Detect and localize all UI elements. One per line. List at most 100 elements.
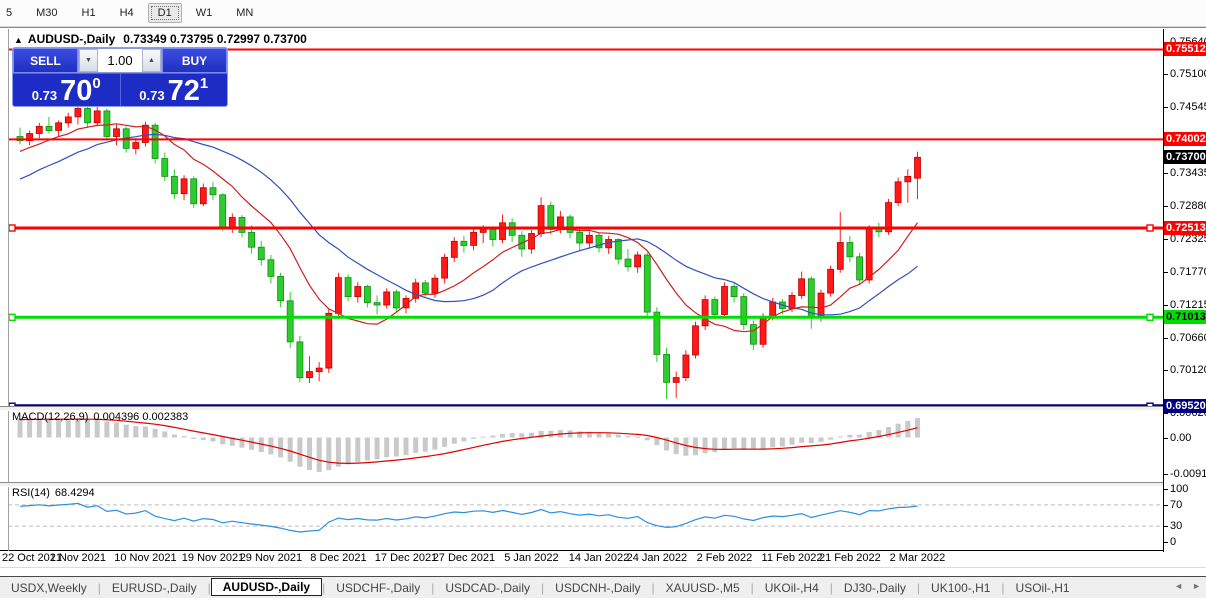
buy-price-display[interactable]: 0.73 72 1	[120, 74, 228, 107]
rsi-tick-label: 100	[1170, 483, 1188, 495]
timeframe-MN[interactable]: MN	[226, 3, 263, 23]
date-tick-label: 11 Feb 2022	[760, 552, 824, 564]
tab-xauusd-m5[interactable]: XAUUSD-,M5	[655, 579, 751, 597]
date-tick-label: 1 Nov 2021	[46, 552, 110, 564]
axis-tick	[1164, 526, 1168, 527]
rsi-name: RSI(14)	[12, 487, 50, 499]
tab-eurusd-daily[interactable]: EURUSD-,Daily	[101, 579, 208, 597]
price-tick-label: 0.70660	[1170, 332, 1206, 344]
rsi-tick-label: 70	[1170, 499, 1182, 511]
axis-tick	[1164, 239, 1168, 240]
sell-price-small: 0.73	[32, 88, 57, 104]
price-tick-label: 0.70120	[1170, 364, 1206, 376]
timeframe-H1[interactable]: H1	[72, 3, 106, 23]
chart-tab-bar: USDX,Weekly|EURUSD-,Daily|AUDUSD-,Daily|…	[0, 576, 1206, 598]
timeframe-W1[interactable]: W1	[186, 3, 223, 23]
axis-tick	[1164, 438, 1168, 439]
price-tick-label: 0.74545	[1170, 101, 1206, 113]
buy-price-big: 72	[168, 80, 200, 104]
sell-price-big: 70	[60, 80, 92, 104]
axis-tick	[1164, 173, 1168, 174]
axis-tick	[1164, 206, 1168, 207]
tab-scroll-controls: ◄►	[1174, 581, 1201, 591]
trading-terminal: 5M30H1H4D1W1MN ▲ AUDUSD-,Daily 0.73349 0.7…	[0, 0, 1206, 601]
axis-tick	[1164, 505, 1168, 506]
buy-price-small: 0.73	[139, 88, 164, 104]
axis-tick	[1164, 474, 1168, 475]
date-tick-label: 5 Jan 2022	[499, 552, 563, 564]
rsi-indicator-label: RSI(14) 68.4294	[12, 487, 100, 499]
symbol-marker-icon: ▲	[14, 35, 23, 45]
timeframe-5[interactable]: 5	[0, 3, 22, 23]
price-axis: 0.756400.751000.745450.734350.728800.723…	[1163, 29, 1206, 552]
tab-usoil-h1[interactable]: USOil-,H1	[1005, 579, 1081, 597]
symbol-name: AUDUSD-,Daily	[28, 32, 115, 46]
tab-ukoil-h4[interactable]: UKOil-,H4	[754, 579, 830, 597]
date-tick-label: 8 Dec 2021	[306, 552, 370, 564]
tab-audusd-daily[interactable]: AUDUSD-,Daily	[211, 578, 322, 596]
chart-window: ▲ AUDUSD-,Daily 0.73349 0.73795 0.72997 0.…	[0, 27, 1206, 568]
timeframe-H4[interactable]: H4	[110, 3, 144, 23]
axis-tick	[1164, 338, 1168, 339]
price-level-badge: 0.75512	[1164, 42, 1206, 56]
macd-tick-label: -0.009193	[1170, 468, 1206, 480]
rsi-value: 68.4294	[55, 487, 95, 499]
date-axis: 22 Oct 20211 Nov 202110 Nov 202119 Nov 2…	[0, 551, 1163, 567]
chart-title: ▲ AUDUSD-,Daily 0.73349 0.73795 0.72997 0.…	[14, 32, 307, 46]
rsi-tick-label: 0	[1170, 536, 1176, 548]
ohlc-values: 0.73349 0.73795 0.72997 0.73700	[123, 32, 307, 46]
date-tick-label: 2 Mar 2022	[885, 552, 949, 564]
price-level-badge: 0.73700	[1164, 150, 1206, 164]
tab-dj30-daily[interactable]: DJ30-,Daily	[833, 579, 917, 597]
axis-tick	[1164, 305, 1168, 306]
sell-price-display[interactable]: 0.73 70 0	[13, 74, 120, 107]
date-tick-label: 19 Nov 2021	[181, 552, 245, 564]
price-level-badge: 0.74002	[1164, 132, 1206, 146]
date-tick-label: 17 Dec 2021	[374, 552, 438, 564]
sell-button[interactable]: SELL	[13, 48, 78, 73]
timeframe-M30[interactable]: M30	[26, 3, 67, 23]
rsi-tick-label: 30	[1170, 520, 1182, 532]
date-tick-label: 14 Jan 2022	[567, 552, 631, 564]
price-level-badge: 0.72513	[1164, 221, 1206, 235]
axis-tick	[1164, 74, 1168, 75]
date-tick-label: 2 Feb 2022	[692, 552, 756, 564]
tab-uk100-h1[interactable]: UK100-,H1	[920, 579, 1001, 597]
volume-control: ▼ ▲	[78, 48, 162, 73]
date-tick-label: 10 Nov 2021	[113, 552, 177, 564]
price-tick-label: 0.73435	[1170, 167, 1206, 179]
sell-price-sup: 0	[92, 75, 100, 92]
tab-usdcad-daily[interactable]: USDCAD-,Daily	[434, 579, 541, 597]
macd-name: MACD(12,26,9)	[12, 411, 88, 423]
macd-values: 0.004396 0.002383	[93, 411, 188, 423]
volume-input[interactable]	[98, 49, 142, 72]
macd-tick-label: 0.00	[1170, 432, 1191, 444]
tab-usdcnh-daily[interactable]: USDCNH-,Daily	[544, 579, 651, 597]
date-tick-label: 27 Dec 2021	[432, 552, 496, 564]
date-tick-label: 21 Feb 2022	[818, 552, 882, 564]
panel-separator[interactable]	[0, 482, 1206, 487]
timeframe-toolbar: 5M30H1H4D1W1MN	[0, 0, 1206, 27]
volume-increase-icon[interactable]: ▲	[142, 49, 161, 72]
axis-tick	[1164, 370, 1168, 371]
volume-decrease-icon[interactable]: ▼	[79, 49, 98, 72]
price-level-badge: 0.69520	[1164, 399, 1206, 413]
price-tick-label: 0.75100	[1170, 68, 1206, 80]
macd-indicator-label: MACD(12,26,9) 0.004396 0.002383	[12, 411, 193, 423]
axis-tick	[1164, 489, 1168, 490]
chart-canvas[interactable]	[0, 30, 1164, 553]
scroll-right-icon[interactable]: ►	[1192, 581, 1201, 591]
date-tick-label: 29 Nov 2021	[239, 552, 303, 564]
date-tick-label: 24 Jan 2022	[625, 552, 689, 564]
scroll-left-icon[interactable]: ◄	[1174, 581, 1183, 591]
price-tick-label: 0.72880	[1170, 200, 1206, 212]
buy-button[interactable]: BUY	[162, 48, 227, 73]
tab-usdx-weekly[interactable]: USDX,Weekly	[0, 579, 98, 597]
timeframe-D1[interactable]: D1	[148, 3, 182, 23]
axis-tick	[1164, 272, 1168, 273]
axis-tick	[1164, 107, 1168, 108]
chart-left-border	[8, 29, 9, 551]
tab-usdchf-daily[interactable]: USDCHF-,Daily	[325, 579, 431, 597]
axis-tick	[1164, 542, 1168, 543]
price-tick-label: 0.71770	[1170, 266, 1206, 278]
